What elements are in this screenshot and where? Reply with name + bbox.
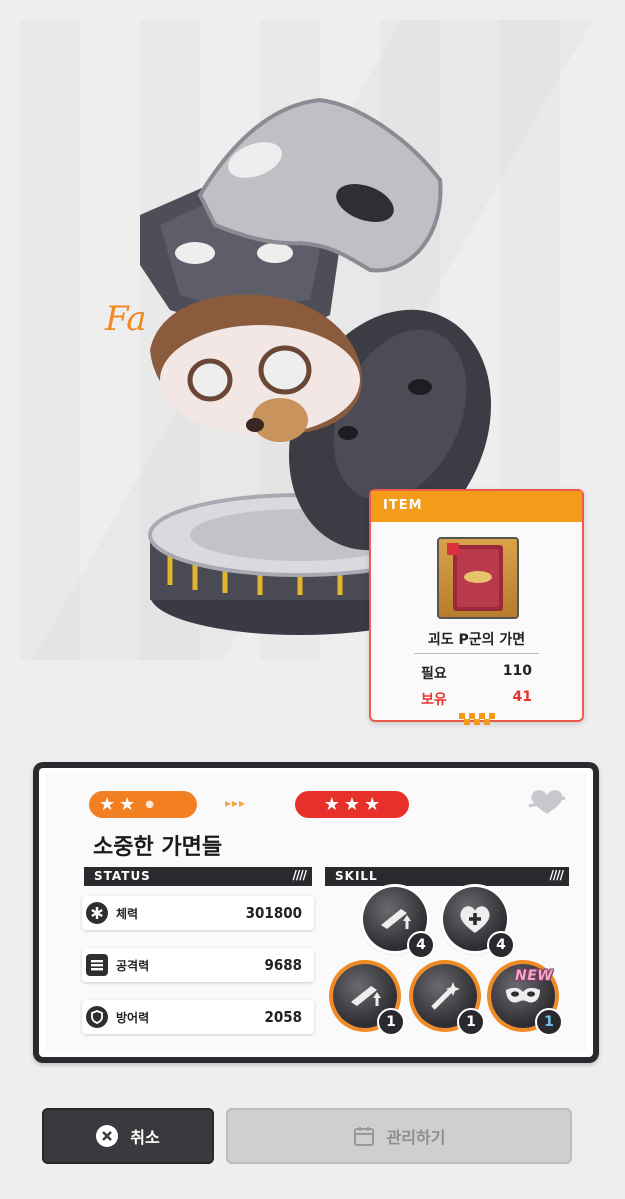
wand-icon xyxy=(431,982,460,1010)
stat-label: 방어력 xyxy=(116,1010,150,1025)
required-row: 필요 110 xyxy=(421,663,532,683)
skill-weapon-up-1[interactable]: 4 xyxy=(363,887,435,959)
stat-row-attack: 공격력 9688 xyxy=(82,948,314,982)
required-value: 110 xyxy=(502,663,532,679)
next-stars: ★ ★ ★ xyxy=(295,791,409,818)
skill-section-header: SKILL //// xyxy=(325,867,569,886)
cancel-label: 취소 xyxy=(130,1128,160,1147)
star-icon: ★ xyxy=(343,794,361,815)
upgrade-arrow-icon: ▸▸▸ xyxy=(225,796,247,810)
status-section-header: STATUS //// xyxy=(84,867,312,886)
star-icon: ★ xyxy=(119,794,136,815)
stat-label: 체력 xyxy=(116,906,139,921)
close-icon xyxy=(96,1125,119,1147)
weapon-up-icon xyxy=(351,986,381,1006)
heart-plus-icon xyxy=(460,906,490,933)
skill-weapon-up-2[interactable]: 1 xyxy=(333,964,405,1036)
owned-label: 보유 xyxy=(421,692,447,708)
item-divider xyxy=(414,653,539,654)
panel-content: ★ ★ ● ▸▸▸ ★ ★ ★ 소중한 가면들 STATUS //// SKIL… xyxy=(45,772,587,1053)
skill-level: 4 xyxy=(487,931,515,959)
mask-book-icon[interactable] xyxy=(437,537,519,619)
slashes-decoration: //// xyxy=(292,868,306,882)
skill-wand[interactable]: 1 xyxy=(413,964,485,1036)
asterisk-icon xyxy=(86,902,108,924)
stat-value: 301800 xyxy=(245,904,302,922)
required-label: 필요 xyxy=(421,666,447,682)
list-icon xyxy=(86,954,108,976)
shield-icon xyxy=(86,1006,108,1028)
skill-level: 1 xyxy=(377,1008,405,1036)
manage-label: 관리하기 xyxy=(386,1128,446,1147)
cancel-button[interactable]: 취소 xyxy=(42,1108,214,1164)
owned-row: 보유 41 xyxy=(421,689,532,709)
mask-icon xyxy=(506,987,540,1003)
item-popup: ITEM 괴도 P군의 가면 필요 110 보유 41 xyxy=(369,489,584,725)
item-popup-header: ITEM xyxy=(371,491,582,522)
popup-tail-icon xyxy=(459,713,495,725)
current-stars: ★ ★ ● xyxy=(89,791,197,818)
skill-level: 4 xyxy=(407,931,435,959)
slashes-decoration: //// xyxy=(549,868,563,882)
star-icon: ★ xyxy=(99,794,116,815)
favorite-heart-icon[interactable] xyxy=(527,788,567,816)
stat-label: 공격력 xyxy=(116,958,150,973)
star-icon: ★ xyxy=(323,794,340,815)
skill-level: 1 xyxy=(457,1008,485,1036)
skill-label: SKILL xyxy=(335,869,378,883)
stat-value: 9688 xyxy=(264,956,302,974)
svg-text:Fa: Fa xyxy=(104,299,147,339)
item-name: 괴도 P군의 가면 xyxy=(427,632,526,648)
new-badge: NEW xyxy=(515,968,554,984)
owned-value: 41 xyxy=(512,689,532,705)
skill-level: 1 xyxy=(535,1008,563,1036)
card-title: 소중한 가면들 xyxy=(93,835,223,860)
manage-button[interactable]: 관리하기 xyxy=(226,1108,572,1164)
stat-row-defense: 방어력 2058 xyxy=(82,1000,314,1034)
calendar-icon xyxy=(353,1127,374,1146)
weapon-up-icon xyxy=(381,909,411,929)
status-label: STATUS xyxy=(94,869,151,883)
star-icon: ★ xyxy=(364,794,381,815)
stat-value: 2058 xyxy=(264,1008,302,1026)
upgrade-panel: ★ ★ ● ▸▸▸ ★ ★ ★ 소중한 가면들 STATUS //// SKIL… xyxy=(33,762,599,1063)
empty-star-icon: ● xyxy=(145,799,155,810)
stat-row-hp: 체력 301800 xyxy=(82,896,314,930)
skill-heart-plus[interactable]: 4 xyxy=(443,887,515,959)
